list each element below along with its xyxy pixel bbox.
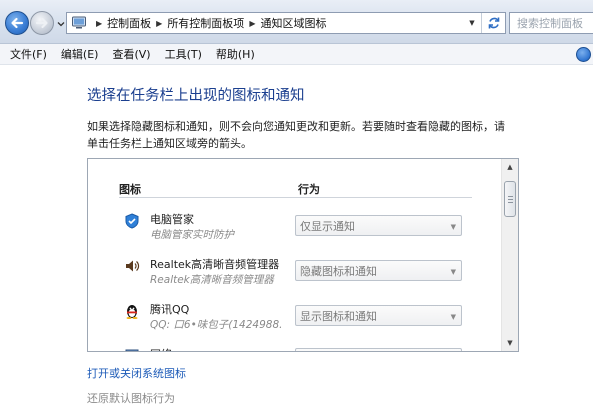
breadcrumb-arrow-icon: ▶ <box>96 18 103 28</box>
breadcrumb-item[interactable]: ▶ 控制面板 <box>91 13 151 33</box>
scroll-down-arrow-icon[interactable]: ▼ <box>502 335 518 351</box>
behavior-select[interactable] <box>295 348 462 351</box>
scroll-up-arrow-icon[interactable]: ▲ <box>502 159 518 175</box>
breadcrumb-arrow-icon: ▶ <box>249 18 256 28</box>
help-icon[interactable] <box>576 47 591 62</box>
menu-help[interactable]: 帮助(H) <box>209 45 262 64</box>
computer-icon <box>67 13 91 33</box>
item-name: 网络 <box>150 346 172 351</box>
notification-icons-list: 图标 行为 电脑管家 电脑管家实时防护 仅显示通知 ▼ Realtek高清晰音频… <box>87 158 519 352</box>
list-item: Realtek高清晰音频管理器 Realtek高清晰音频管理器 隐藏图标和通知 … <box>88 255 498 299</box>
dropdown-arrow-icon: ▼ <box>450 223 456 231</box>
speaker-icon <box>124 258 140 274</box>
recent-pages-dropdown-icon[interactable] <box>56 19 66 29</box>
restore-default-behavior-link[interactable]: 还原默认图标行为 <box>87 390 175 404</box>
behavior-value: 仅显示通知 <box>300 219 355 233</box>
grip-line <box>508 202 513 203</box>
item-subtitle: 电脑管家实时防护 <box>150 229 234 241</box>
behavior-select[interactable]: 显示图标和通知 ▼ <box>295 305 462 326</box>
item-name: 电脑管家 <box>150 213 194 226</box>
item-subtitle: QQ: 口6•味包子(1424988... <box>150 319 282 331</box>
back-button[interactable] <box>5 11 29 35</box>
item-name: Realtek高清晰音频管理器 <box>150 258 280 271</box>
breadcrumb-arrow-icon: ▶ <box>156 18 163 28</box>
dropdown-arrow-icon: ▼ <box>450 268 456 276</box>
breadcrumb-all-items[interactable]: 所有控制面板项 <box>167 15 244 31</box>
menu-edit[interactable]: 编辑(E) <box>54 45 106 64</box>
header-divider <box>119 197 472 198</box>
menu-view[interactable]: 查看(V) <box>105 45 157 64</box>
qq-penguin-icon <box>124 303 140 319</box>
scrollbar-thumb[interactable] <box>504 181 516 217</box>
search-input[interactable]: 搜索控制面板 <box>509 12 593 34</box>
list-item: 网络 <box>88 345 498 351</box>
list-item: 腾讯QQ QQ: 口6•味包子(1424988... 显示图标和通知 ▼ <box>88 300 498 344</box>
breadcrumb-control-panel[interactable]: 控制面板 <box>107 15 151 31</box>
page-title: 选择在任务栏上出现的图标和通知 <box>87 88 305 104</box>
address-field[interactable]: ▶ 控制面板 ▶ 所有控制面板项 ▶ 通知区域图标 ▼ <box>66 12 506 34</box>
breadcrumb-notification-icons[interactable]: 通知区域图标 <box>260 15 326 31</box>
grip-line <box>508 199 513 200</box>
behavior-value: 隐藏图标和通知 <box>300 264 377 278</box>
address-bar-area: ▶ 控制面板 ▶ 所有控制面板项 ▶ 通知区域图标 ▼ 搜索控制面板 <box>0 0 593 44</box>
item-subtitle: Realtek高清晰音频管理器 <box>150 274 274 286</box>
toggle-system-icons-link[interactable]: 打开或关闭系统图标 <box>87 365 186 381</box>
dropdown-arrow-icon: ▼ <box>450 313 456 321</box>
list-item: 电脑管家 电脑管家实时防护 仅显示通知 ▼ <box>88 210 498 254</box>
breadcrumb-item[interactable]: ▶ 通知区域图标 <box>244 13 326 33</box>
column-header-behavior: 行为 <box>298 183 320 196</box>
shield-icon <box>124 213 140 229</box>
list-scrollbar[interactable]: ▲ ▼ <box>501 159 518 351</box>
forward-button[interactable] <box>30 11 54 35</box>
forward-arrow-icon <box>35 17 48 29</box>
back-arrow-icon <box>11 17 24 29</box>
network-icon <box>124 348 140 351</box>
column-header-icon: 图标 <box>119 183 141 196</box>
menu-bar: 文件(F) 编辑(E) 查看(V) 工具(T) 帮助(H) <box>0 44 593 65</box>
refresh-icon <box>488 17 499 29</box>
behavior-select[interactable]: 仅显示通知 ▼ <box>295 215 462 236</box>
address-history-dropdown-icon[interactable]: ▼ <box>465 13 479 33</box>
item-name: 腾讯QQ <box>150 303 190 316</box>
page-description: 如果选择隐藏图标和通知，则不会向您通知更改和更新。若要随时查看隐藏的图标，请 单… <box>87 118 557 152</box>
menu-file[interactable]: 文件(F) <box>3 45 54 64</box>
behavior-select[interactable]: 隐藏图标和通知 ▼ <box>295 260 462 281</box>
breadcrumb-item[interactable]: ▶ 所有控制面板项 <box>151 13 244 33</box>
behavior-value: 显示图标和通知 <box>300 309 377 323</box>
refresh-button[interactable] <box>481 13 505 33</box>
menu-tools[interactable]: 工具(T) <box>158 45 209 64</box>
grip-line <box>508 196 513 197</box>
description-line: 单击任务栏上通知区域旁的箭头。 <box>87 137 252 150</box>
description-line: 如果选择隐藏图标和通知，则不会向您通知更改和更新。若要随时查看隐藏的图标，请 <box>87 120 505 133</box>
